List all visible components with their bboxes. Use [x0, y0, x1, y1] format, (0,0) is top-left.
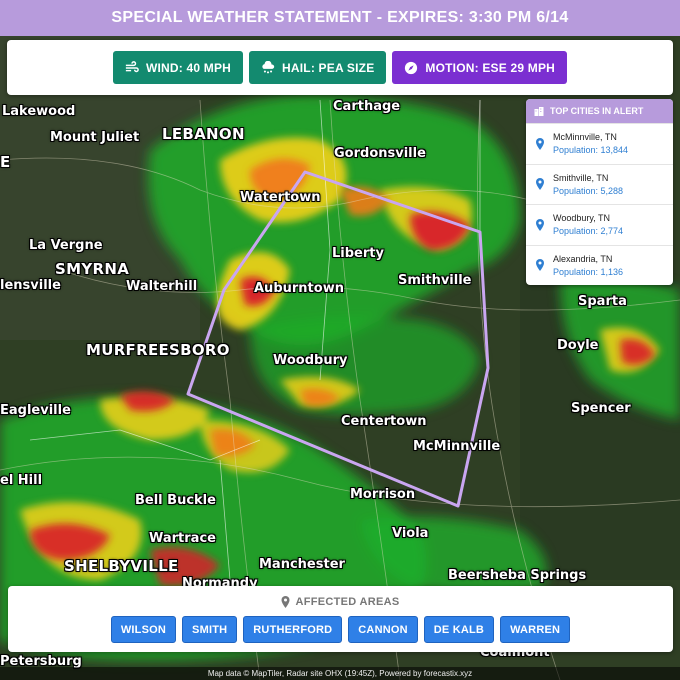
- place-label: Gordonsville: [334, 146, 426, 161]
- motion-badge: MOTION: ESE 29 MPH: [392, 51, 568, 84]
- map-pin-icon: [536, 218, 544, 231]
- place-label: Mount Juliet: [50, 130, 140, 145]
- city-name: Alexandria, TN: [553, 253, 613, 264]
- city-item[interactable]: Smithville, TN Population: 5,288: [526, 163, 673, 205]
- place-label: Manchester: [259, 557, 345, 572]
- place-label: McMinnville: [413, 439, 501, 454]
- place-label: Viola: [392, 526, 429, 541]
- area-cannon-button[interactable]: CANNON: [348, 616, 418, 643]
- city-name: McMinnville, TN: [553, 132, 617, 143]
- city-population: Population: 13,844: [553, 145, 629, 156]
- affected-areas-title: AFFECTED AREAS: [295, 596, 400, 608]
- city-name: Woodbury, TN: [553, 213, 611, 224]
- map-pin-icon: [536, 137, 544, 150]
- place-label: E: [0, 153, 11, 171]
- place-label: Woodbury: [273, 353, 348, 368]
- place-label: MURFREESBORO: [86, 341, 230, 359]
- top-cities-panel: TOP CITIES IN ALERT McMinnville, TN Popu…: [526, 99, 673, 285]
- map-pin-icon: [536, 259, 544, 272]
- place-label: Carthage: [333, 99, 401, 114]
- place-label: Sparta: [578, 294, 627, 309]
- place-label: LEBANON: [162, 125, 245, 143]
- affected-areas-header: AFFECTED AREAS: [8, 596, 673, 608]
- place-label: La Vergne: [29, 238, 103, 253]
- city-population: Population: 5,288: [553, 185, 624, 196]
- place-label: Walterhill: [126, 279, 198, 294]
- city-item[interactable]: Woodbury, TN Population: 2,774: [526, 204, 673, 245]
- storm-attributes-panel: WIND: 40 MPH HAIL: PEA SIZE MOTION: ESE …: [7, 40, 673, 95]
- place-label: Eagleville: [0, 403, 71, 418]
- alert-title: SPECIAL WEATHER STATEMENT - EXPIRES: 3:3…: [111, 9, 569, 26]
- place-label: Beersheba Springs: [448, 568, 587, 583]
- city-population: Population: 2,774: [553, 226, 624, 237]
- place-label: Spencer: [571, 401, 631, 416]
- place-label: Centertown: [341, 414, 427, 429]
- place-label: Morrison: [350, 487, 416, 502]
- place-label: Wartrace: [149, 531, 216, 546]
- affected-areas-panel: AFFECTED AREAS WILSON SMITH RUTHERFORD C…: [8, 586, 673, 652]
- hail-cloud-icon: [262, 60, 275, 73]
- city-buildings-icon: [534, 107, 544, 116]
- top-cities-header: TOP CITIES IN ALERT: [526, 99, 673, 123]
- map-attribution: Map data © MapTiler, Radar site OHX (19:…: [0, 667, 680, 680]
- alert-title-bar: SPECIAL WEATHER STATEMENT - EXPIRES: 3:3…: [0, 0, 680, 36]
- attribution-text: Map data © MapTiler, Radar site OHX (19:…: [207, 669, 473, 678]
- city-population: Population: 1,136: [553, 266, 624, 277]
- area-warren-button[interactable]: WARREN: [500, 616, 571, 643]
- motion-label: MOTION: ESE 29 MPH: [425, 60, 556, 75]
- place-label: lensville: [0, 278, 61, 293]
- location-pin-icon: [281, 596, 290, 608]
- place-label: Doyle: [557, 338, 599, 353]
- compass-icon: [405, 61, 418, 74]
- place-label: Watertown: [240, 190, 321, 205]
- map-pin-icon: [536, 178, 544, 191]
- area-de-kalb-button[interactable]: DE KALB: [423, 616, 495, 643]
- city-item[interactable]: McMinnville, TN Population: 13,844: [526, 123, 673, 164]
- hail-badge: HAIL: PEA SIZE: [249, 51, 387, 84]
- place-label: Liberty: [332, 246, 384, 261]
- wind-icon: [125, 60, 139, 72]
- area-smith-button[interactable]: SMITH: [182, 616, 238, 643]
- affected-areas-list: WILSON SMITH RUTHERFORD CANNON DE KALB W…: [8, 616, 673, 643]
- wind-badge: WIND: 40 MPH: [112, 51, 244, 84]
- place-label: SHELBYVILLE: [64, 557, 179, 575]
- hail-label: HAIL: PEA SIZE: [282, 60, 375, 75]
- area-rutherford-button[interactable]: RUTHERFORD: [243, 616, 343, 643]
- place-label: Bell Buckle: [135, 493, 216, 508]
- area-wilson-button[interactable]: WILSON: [110, 616, 177, 643]
- city-name: Smithville, TN: [553, 172, 609, 183]
- place-label: el Hill: [0, 473, 43, 488]
- place-label: Lakewood: [2, 104, 76, 119]
- place-label: Auburntown: [254, 281, 344, 296]
- place-label: SMYRNA: [55, 260, 130, 278]
- place-label: Smithville: [398, 273, 472, 288]
- city-item[interactable]: Alexandria, TN Population: 1,136: [526, 244, 673, 286]
- top-cities-title: TOP CITIES IN ALERT: [550, 106, 644, 116]
- wind-label: WIND: 40 MPH: [145, 60, 232, 75]
